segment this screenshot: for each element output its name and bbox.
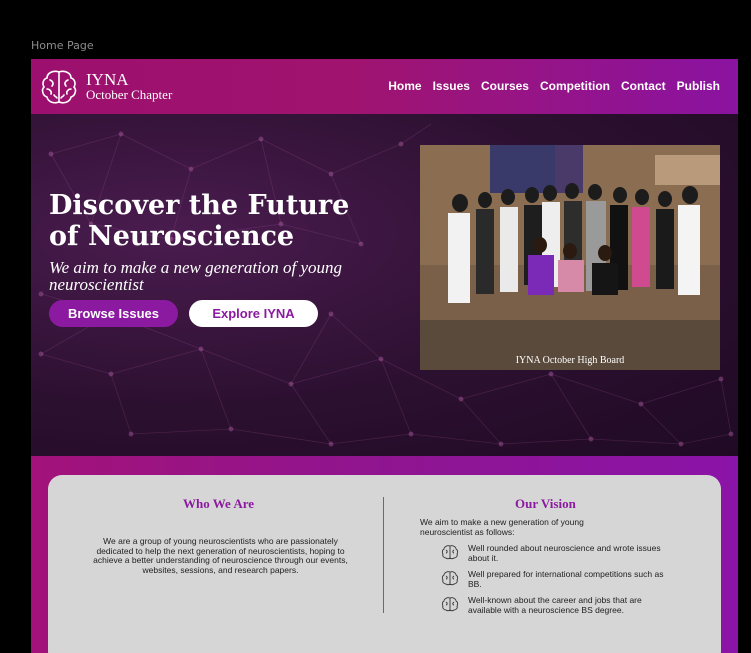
explore-iyna-button[interactable]: Explore IYNA <box>189 300 318 327</box>
site-header: IYNA October Chapter Home Issues Courses… <box>31 59 738 114</box>
brand-name[interactable]: IYNA <box>86 71 129 88</box>
browse-issues-button[interactable]: Browse Issues <box>49 300 178 327</box>
vision-intro: We aim to make a new generation of young… <box>420 517 584 537</box>
nav-home[interactable]: Home <box>388 79 421 93</box>
brain-icon[interactable] <box>39 67 79 107</box>
nav-courses[interactable]: Courses <box>481 79 529 93</box>
brain-icon <box>441 571 459 586</box>
hero-subtitle: We aim to make a new generation of young… <box>49 258 343 294</box>
main-nav: Home Issues Courses Competition Contact … <box>388 79 720 93</box>
brain-icon <box>441 545 459 560</box>
frame-label: Home Page <box>31 39 94 52</box>
about-section: Who We Are We are a group of young neuro… <box>31 456 738 653</box>
who-we-are-text: We are a group of young neuroscientists … <box>93 536 348 575</box>
home-page: IYNA October Chapter Home Issues Courses… <box>31 59 738 653</box>
vision-item-text: Well prepared for international competit… <box>468 569 664 589</box>
about-card: Who We Are We are a group of young neuro… <box>48 475 721 653</box>
nav-publish[interactable]: Publish <box>677 79 720 93</box>
group-photo: IYNA October High Board <box>420 145 720 370</box>
hero-section: Discover the Future of Neuroscience We a… <box>31 114 738 456</box>
photo-caption: IYNA October High Board <box>515 355 625 366</box>
vision-item-text: Well rounded about neuroscience and wrot… <box>468 543 661 563</box>
section-divider <box>383 497 384 613</box>
brand-subtitle: October Chapter <box>86 87 173 102</box>
nav-issues[interactable]: Issues <box>433 79 470 93</box>
who-we-are-title: Who We Are <box>183 496 255 511</box>
group-photo-illustration <box>420 145 720 370</box>
hero-title: Discover the Future of Neuroscience <box>49 190 350 252</box>
brain-icon <box>441 597 459 612</box>
nav-competition[interactable]: Competition <box>540 79 610 93</box>
vision-item-text: Well-known about the career and jobs tha… <box>468 595 642 615</box>
nav-contact[interactable]: Contact <box>621 79 666 93</box>
our-vision-title: Our Vision <box>515 496 576 511</box>
